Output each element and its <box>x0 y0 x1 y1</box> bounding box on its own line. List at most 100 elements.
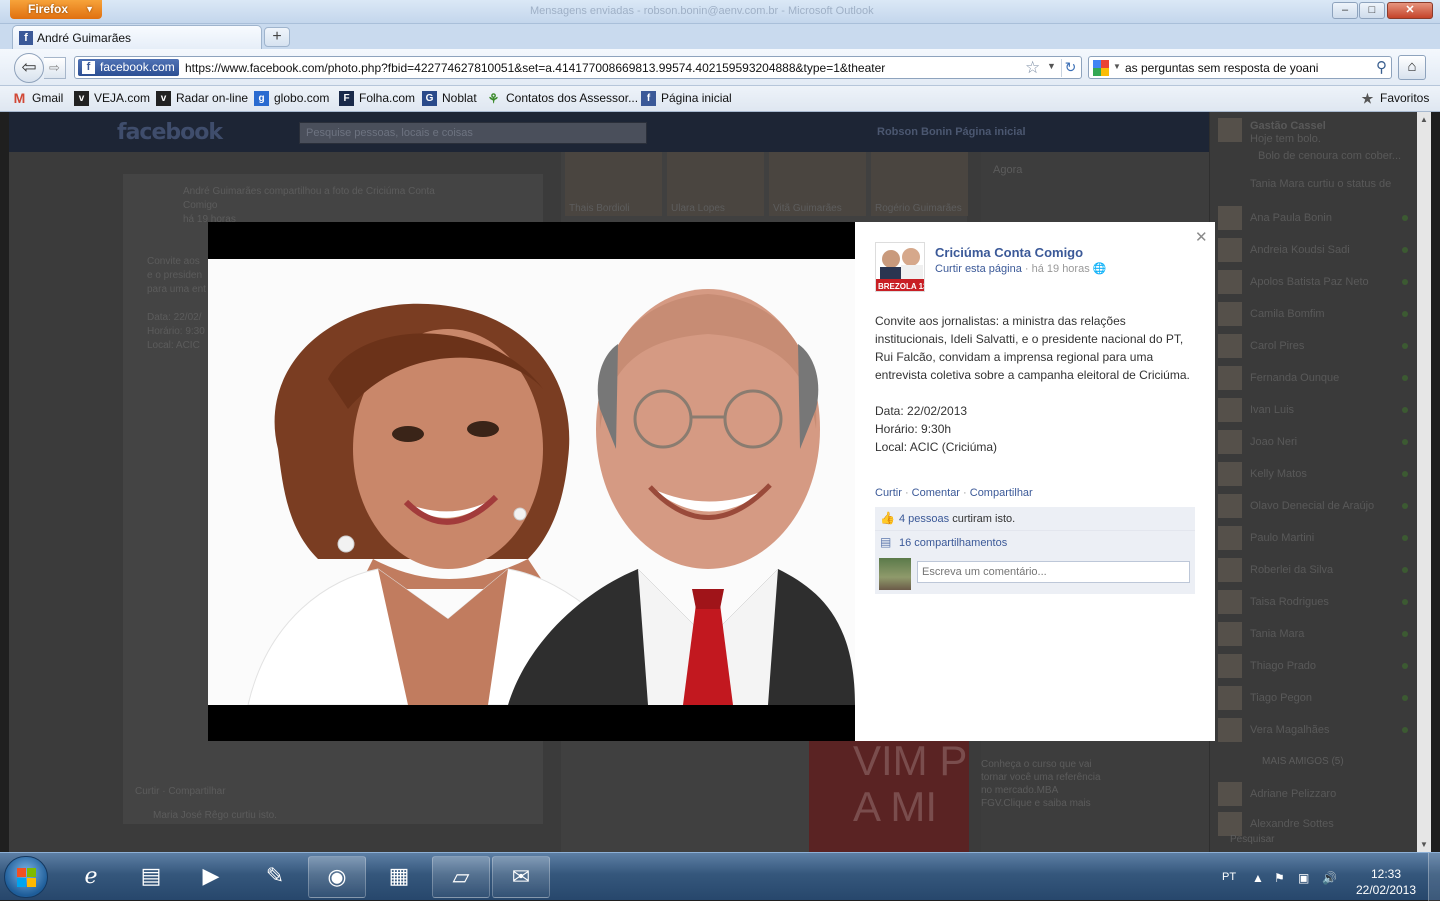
google-search-engine-icon[interactable] <box>1093 60 1109 76</box>
paint-icon[interactable]: ✎ <box>246 856 304 898</box>
bookmark-gmail[interactable]: M Gmail <box>12 90 64 106</box>
forward-button[interactable]: ⇨ <box>44 57 66 79</box>
system-clock[interactable]: 12:33 22/02/2013 <box>1354 866 1418 898</box>
friend-thumb: Vitã Guimarães <box>769 152 866 216</box>
chat-friend[interactable]: Ivan Luis <box>1218 398 1418 422</box>
search-bar[interactable]: ▼ as perguntas sem resposta de yoani ⚲ <box>1088 56 1392 79</box>
chat-friend[interactable]: Kelly Matos <box>1218 462 1418 486</box>
likes-count-link[interactable]: 4 pessoas <box>899 513 949 525</box>
volume-icon[interactable]: 🔊 <box>1322 871 1337 885</box>
url-text[interactable]: https://www.facebook.com/photo.php?fbid=… <box>185 61 885 75</box>
scroll-down-icon[interactable]: ▼ <box>1420 840 1428 849</box>
url-history-dropdown-icon[interactable]: ▼ <box>1047 61 1056 71</box>
language-indicator[interactable]: PT <box>1222 871 1236 883</box>
gmail-icon: M <box>13 90 26 106</box>
chat-friend[interactable]: Roberlei da Silva <box>1218 558 1418 582</box>
windows-logo-icon <box>17 868 37 888</box>
facebook-user-nav[interactable]: Robson Bonin Página inicial <box>877 126 1026 138</box>
photo-people-illustration <box>208 259 855 705</box>
share-link[interactable]: Compartilhar <box>970 487 1033 499</box>
url-bar[interactable]: f facebook.com https://www.facebook.com/… <box>74 56 1082 79</box>
facebook-search-input[interactable]: Pesquise pessoas, locais e coisas <box>299 122 647 144</box>
firefox-menu-button[interactable]: Firefox ▼ <box>10 0 102 19</box>
chat-friend[interactable]: Taisa Rodrigues <box>1218 590 1418 614</box>
chat-friend[interactable]: Carol Pires <box>1218 334 1418 358</box>
chat-friend[interactable]: Andreia Koudsi Sadi <box>1218 238 1418 262</box>
chat-friend[interactable]: Thiago Prado <box>1218 654 1418 678</box>
like-link[interactable]: Curtir <box>875 487 902 499</box>
notes-taskbar-button[interactable]: ▱ <box>432 856 490 898</box>
like-page-link[interactable]: Curtir esta página <box>935 263 1022 275</box>
shares-count-link[interactable]: 16 compartilhamentos <box>899 537 1007 549</box>
chat-friend[interactable]: Joao Neri <box>1218 430 1418 454</box>
chat-friend[interactable]: Adriane Pelizzaro <box>1218 782 1418 806</box>
shares-icon: ▤ <box>880 535 892 549</box>
back-button[interactable]: ⇦ <box>14 53 44 83</box>
chevron-down-icon[interactable]: ▼ <box>1113 62 1121 71</box>
site-identity-button[interactable]: f facebook.com <box>78 59 179 76</box>
page-name-link[interactable]: Criciúma Conta Comigo <box>935 245 1083 260</box>
chat-friend[interactable]: Tiago Pegon <box>1218 686 1418 710</box>
file-explorer-icon[interactable]: ▤ <box>122 856 180 898</box>
scroll-up-icon[interactable]: ▲ <box>1420 115 1428 124</box>
chat-friend[interactable]: Ana Paula Bonin <box>1218 206 1418 230</box>
post-time[interactable]: há 19 horas <box>1032 263 1090 275</box>
action-center-flag-icon[interactable]: ⚑ <box>1274 871 1285 885</box>
bookmark-noblat[interactable]: G Noblat <box>422 91 477 106</box>
bookmark-folha[interactable]: F Folha.com <box>339 91 415 106</box>
maximize-button[interactable]: □ <box>1359 2 1385 19</box>
comment-input[interactable] <box>917 561 1190 583</box>
chat-friend[interactable]: Fernanda Ounque <box>1218 366 1418 390</box>
photo-stage <box>208 222 855 741</box>
calculator-icon[interactable]: ▦ <box>370 856 428 898</box>
online-status-icon <box>1402 279 1408 285</box>
chat-friend[interactable]: Paulo Martini <box>1218 526 1418 550</box>
chat-friend[interactable]: Camila Bomfim <box>1218 302 1418 326</box>
favorites-menu[interactable]: ★ Favoritos <box>1360 91 1430 106</box>
close-window-button[interactable]: ✕ <box>1387 2 1433 19</box>
reload-button[interactable]: ↻ <box>1061 59 1079 77</box>
show-hidden-icons-icon[interactable]: ▲ <box>1252 871 1264 885</box>
chat-friend[interactable]: Vera Magalhães <box>1218 718 1418 742</box>
new-tab-button[interactable]: + <box>264 27 290 47</box>
search-icon[interactable]: ⚲ <box>1376 58 1387 76</box>
chat-friend[interactable]: Tania Mara <box>1218 622 1418 646</box>
friend-thumb: Rogério Guimarães <box>871 152 968 216</box>
online-status-icon <box>1402 695 1408 701</box>
online-status-icon <box>1402 663 1408 669</box>
home-button[interactable]: ⌂ <box>1398 55 1426 80</box>
chat-friend[interactable]: Olavo Denecial de Araújo <box>1218 494 1418 518</box>
bookmark-pagina-inicial[interactable]: f Página inicial <box>641 91 732 106</box>
search-input[interactable]: as perguntas sem resposta de yoani <box>1125 61 1318 75</box>
comment-link[interactable]: Comentar <box>912 487 960 499</box>
internet-explorer-icon[interactable]: ℯ <box>62 856 120 898</box>
outlook-taskbar-button[interactable]: ✉ <box>492 856 550 898</box>
comment-composer <box>875 554 1195 594</box>
show-desktop-button[interactable] <box>1428 853 1440 901</box>
photo-info-panel: ✕ BREZOLA 13 Criciúma Conta Comigo Curti… <box>855 222 1215 741</box>
bookmark-contatos[interactable]: ⚘ Contatos dos Assessor... <box>486 91 638 106</box>
chat-friend[interactable]: Apolos Batista Paz Neto <box>1218 270 1418 294</box>
photo-image[interactable] <box>208 259 855 705</box>
minimize-button[interactable]: – <box>1332 2 1358 19</box>
bookmark-globo[interactable]: g globo.com <box>254 91 329 106</box>
chat-search[interactable]: Pesquisar <box>1230 834 1274 845</box>
avatar <box>1218 686 1242 710</box>
chat-ticker-item[interactable]: Gastão Cassel Hoje tem bolo. Bolo de cen… <box>1218 118 1418 162</box>
facebook-logo[interactable]: facebook <box>117 120 223 145</box>
avatar <box>1218 622 1242 646</box>
page-avatar[interactable]: BREZOLA 13 <box>875 242 925 292</box>
chat-scrollbar[interactable]: ▲ ▼ <box>1417 112 1431 852</box>
start-button[interactable] <box>4 856 48 898</box>
bookmark-veja[interactable]: v VEJA.com <box>74 91 150 106</box>
bookmark-star-icon[interactable]: ☆ <box>1025 58 1040 78</box>
network-icon[interactable]: ▣ <box>1298 871 1309 885</box>
chat-ticker-item[interactable]: Tania Mara curtiu o status de <box>1218 172 1418 196</box>
close-icon[interactable]: ✕ <box>1195 228 1208 246</box>
bookmark-radar[interactable]: v Radar on-line <box>156 91 248 106</box>
chat-friend[interactable]: Alexandre Sottes <box>1218 812 1418 836</box>
avatar <box>1218 782 1242 806</box>
tab-andre-guimaraes[interactable]: f André Guimarães <box>12 25 262 49</box>
firefox-taskbar-button[interactable]: ◉ <box>308 856 366 898</box>
media-player-icon[interactable]: ▶ <box>182 856 240 898</box>
